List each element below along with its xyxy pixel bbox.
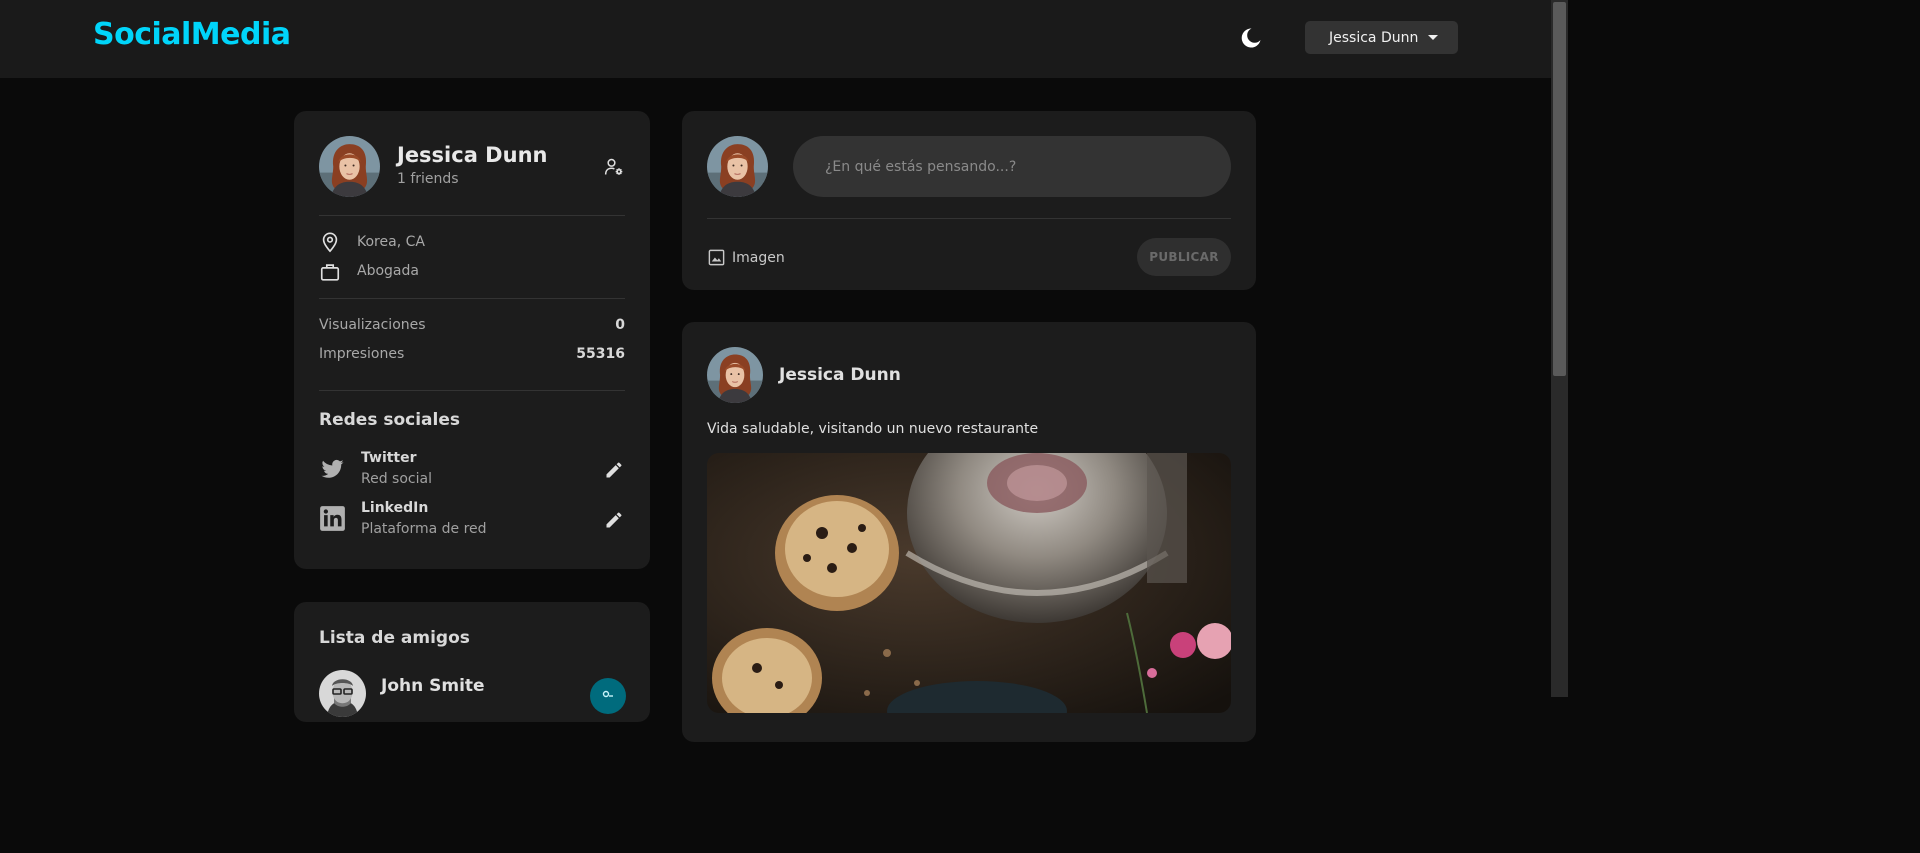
remove-friend-button[interactable] — [590, 678, 626, 714]
post-image[interactable] — [707, 453, 1231, 713]
avatar[interactable] — [707, 347, 763, 403]
image-icon — [708, 249, 725, 266]
stat-value: 55316 — [576, 346, 625, 362]
post-input[interactable] — [793, 136, 1231, 197]
stat-value: 0 — [615, 317, 625, 333]
social-desc: Plataforma de red — [361, 521, 487, 537]
friend-name[interactable]: John Smite — [381, 676, 485, 696]
friends-count: 1 friends — [397, 171, 459, 187]
manage-account-icon[interactable] — [604, 157, 624, 177]
social-desc: Red social — [361, 471, 432, 487]
feed-post: Jessica Dunn Vida saludable, visitando u… — [682, 322, 1256, 742]
scrollbar[interactable] — [1551, 0, 1568, 697]
add-image-button[interactable]: Imagen — [707, 248, 785, 267]
avatar[interactable] — [319, 136, 380, 197]
divider — [707, 218, 1231, 219]
image-label: Imagen — [732, 249, 785, 266]
edit-icon[interactable] — [604, 510, 624, 530]
edit-icon[interactable] — [604, 460, 624, 480]
post-text: Vida saludable, visitando un nuevo resta… — [707, 421, 1039, 437]
social-title: Redes sociales — [319, 410, 461, 430]
chevron-down-icon — [1428, 35, 1439, 40]
divider — [319, 390, 625, 391]
social-name: Twitter — [361, 450, 417, 466]
brand-logo[interactable]: SocialMedia — [93, 17, 291, 52]
user-select[interactable]: Jessica Dunn — [1305, 21, 1458, 54]
scrollbar-thumb[interactable] — [1553, 2, 1566, 376]
briefcase-icon — [320, 264, 340, 281]
stat-label: Visualizaciones — [319, 317, 426, 333]
user-select-value: Jessica Dunn — [1329, 29, 1419, 46]
friend-avatar[interactable] — [319, 670, 366, 717]
navbar: SocialMedia Jessica Dunn — [0, 0, 1551, 78]
divider — [319, 298, 625, 299]
social-name: LinkedIn — [361, 500, 429, 516]
divider — [319, 215, 625, 216]
user-name[interactable]: Jessica Dunn — [397, 143, 547, 167]
twitter-icon — [321, 459, 344, 478]
friends-title: Lista de amigos — [319, 628, 470, 648]
person-remove-icon — [602, 690, 613, 698]
post-composer: Imagen PUBLICAR — [682, 111, 1256, 290]
stat-label: Impresiones — [319, 346, 405, 362]
occupation-text: Abogada — [357, 263, 419, 279]
user-widget: Jessica Dunn 1 friends Korea, CA Abogada… — [294, 111, 650, 569]
post-author[interactable]: Jessica Dunn — [779, 365, 901, 385]
publish-button[interactable]: PUBLICAR — [1137, 238, 1231, 276]
friends-list-widget: Lista de amigos John Smite — [294, 602, 650, 722]
avatar[interactable] — [707, 136, 768, 197]
location-pin-icon — [322, 232, 338, 253]
linkedin-icon — [320, 506, 345, 531]
location-text: Korea, CA — [357, 234, 425, 250]
moon-icon[interactable] — [1239, 26, 1263, 50]
